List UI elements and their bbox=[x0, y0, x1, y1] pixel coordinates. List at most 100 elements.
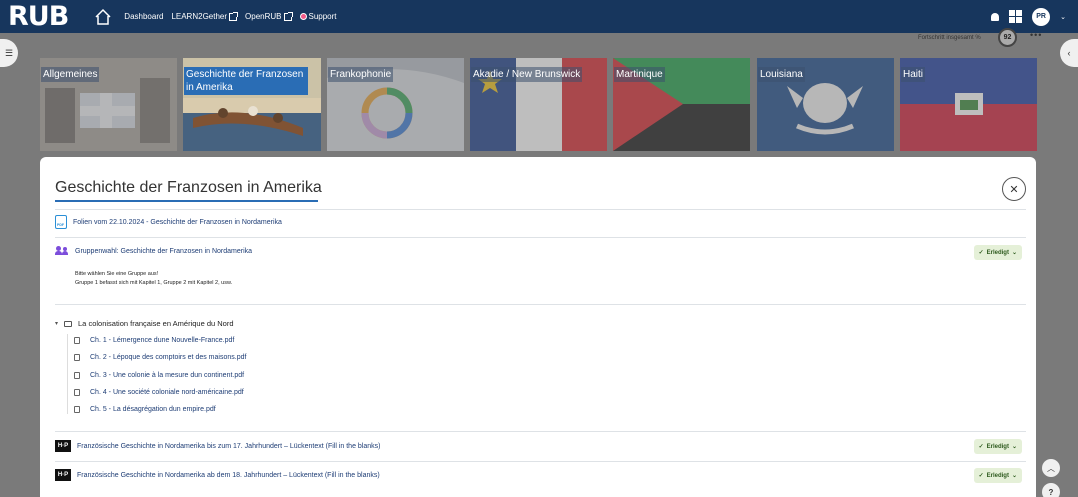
tile-haiti[interactable]: Haiti bbox=[900, 58, 1037, 151]
activity-h5p[interactable]: H·P Französische Geschichte in Nordameri… bbox=[55, 469, 380, 481]
app-grid-icon[interactable] bbox=[1009, 10, 1023, 23]
file-name[interactable]: Ch. 1 - Lémergence dune Nouvelle-France.… bbox=[90, 337, 234, 344]
chevron-down-icon[interactable]: ▾ bbox=[55, 320, 58, 327]
completion-badge[interactable]: ✓ Erledigt ⌄ bbox=[973, 468, 1022, 483]
file-icon bbox=[74, 354, 80, 361]
file-item[interactable]: Ch. 5 - La désagrégation dun empire.pdf bbox=[74, 406, 216, 413]
pdf-icon: PDF bbox=[55, 215, 67, 229]
file-item[interactable]: Ch. 1 - Lémergence dune Nouvelle-France.… bbox=[74, 337, 234, 344]
help-icon: ? bbox=[1048, 487, 1054, 497]
nav-learn2gether-label: LEARN2Gether bbox=[171, 12, 228, 21]
divider bbox=[55, 461, 1026, 462]
activity-description: Bitte wählen Sie eine Gruppe aus! Gruppe… bbox=[75, 270, 232, 288]
help-button[interactable]: ? bbox=[1042, 483, 1060, 497]
file-name[interactable]: Ch. 5 - La désagrégation dun empire.pdf bbox=[90, 406, 216, 413]
nav-openrub[interactable]: OpenRUB bbox=[245, 11, 293, 21]
more-options-icon[interactable]: ••• bbox=[1030, 30, 1042, 40]
external-link-icon bbox=[229, 11, 239, 21]
tile-label: Allgemeines bbox=[41, 67, 100, 82]
section-title: Geschichte der Franzosen in Amerika bbox=[55, 179, 322, 196]
file-icon bbox=[74, 406, 80, 413]
tree-line bbox=[67, 334, 68, 414]
file-name[interactable]: Ch. 2 - Lépoque des comptoirs et des mai… bbox=[90, 354, 246, 361]
divider bbox=[55, 209, 1026, 210]
tile-label: Akadie / New Brunswick bbox=[471, 67, 583, 82]
tile-frankophonie[interactable]: Frankophonie bbox=[327, 58, 464, 151]
nav-openrub-label: OpenRUB bbox=[245, 12, 282, 21]
folder-title: La colonisation française en Amérique du… bbox=[78, 319, 234, 328]
file-item[interactable]: Ch. 2 - Lépoque des comptoirs et des mai… bbox=[74, 354, 246, 361]
activity-pdf-link[interactable]: Folien vom 22.10.2024 - Geschichte der F… bbox=[73, 219, 282, 226]
nav-support-label: Support bbox=[308, 12, 337, 21]
nav-dashboard-label: Dashboard bbox=[124, 12, 164, 21]
file-icon bbox=[74, 372, 80, 379]
folder-icon bbox=[64, 320, 73, 327]
file-name[interactable]: Ch. 4 - Une société coloniale nord-améri… bbox=[90, 389, 244, 396]
block-drawer-toggle[interactable]: ‹ bbox=[1060, 39, 1078, 67]
activity-h5p[interactable]: H·P Französische Geschichte in Nordameri… bbox=[55, 440, 380, 452]
tile-label: Frankophonie bbox=[328, 67, 394, 82]
h5p-icon: H·P bbox=[55, 440, 71, 452]
progress-indicator: 92 bbox=[998, 28, 1017, 47]
file-item[interactable]: Ch. 3 - Une colonie à la mesure dun cont… bbox=[74, 372, 244, 379]
completion-badge[interactable]: ✓ Erledigt ⌄ bbox=[973, 439, 1022, 454]
rub-logo[interactable]: RUB bbox=[8, 0, 69, 33]
divider bbox=[55, 304, 1026, 305]
chevron-down-icon: ⌄ bbox=[1011, 250, 1017, 256]
nav-dashboard[interactable]: Dashboard bbox=[124, 12, 163, 21]
progress-label: Fortschritt insgesamt % bbox=[918, 35, 981, 41]
tile-label: Louisiana bbox=[758, 67, 805, 82]
list-icon: ☰ bbox=[4, 47, 14, 58]
close-button[interactable]: ✕ bbox=[1002, 177, 1026, 201]
external-link-icon bbox=[283, 11, 293, 21]
activity-h5p-link[interactable]: Französische Geschichte in Nordamerika a… bbox=[77, 472, 380, 479]
title-underline bbox=[55, 200, 318, 202]
avatar[interactable]: PR bbox=[1032, 7, 1051, 26]
check-icon: ✓ bbox=[978, 250, 984, 256]
file-icon bbox=[74, 337, 80, 344]
completion-badge[interactable]: ✓ Erledigt ⌄ bbox=[973, 245, 1022, 260]
tile-label: Haiti bbox=[901, 67, 926, 82]
support-icon bbox=[299, 13, 307, 20]
description-line: Bitte wählen Sie eine Gruppe aus! bbox=[75, 271, 159, 277]
divider bbox=[55, 431, 1026, 432]
folder-header[interactable]: ▾ La colonisation française en Amérique … bbox=[55, 319, 234, 328]
activity-group-link[interactable]: Gruppenwahl: Geschichte der Franzosen in… bbox=[75, 248, 252, 255]
file-icon bbox=[74, 389, 80, 396]
section-card: Geschichte der Franzosen in Amerika ✕ PD… bbox=[40, 157, 1036, 497]
activity-pdf[interactable]: PDF Folien vom 22.10.2024 - Geschichte d… bbox=[55, 215, 282, 229]
activity-h5p-link[interactable]: Französische Geschichte in Nordamerika b… bbox=[77, 443, 380, 450]
check-icon: ✓ bbox=[978, 473, 984, 479]
top-navbar: RUB Dashboard LEARN2Gether OpenRUB Suppo… bbox=[0, 0, 1078, 33]
tile-louisiana[interactable]: Louisiana bbox=[757, 58, 894, 151]
tile-allgemeines[interactable]: Allgemeines bbox=[40, 58, 177, 151]
chevron-down-icon: ⌄ bbox=[1011, 444, 1017, 450]
description-line: Gruppe 1 befasst sich mit Kapitel 1, Gru… bbox=[75, 280, 233, 286]
nav-support[interactable]: Support bbox=[299, 12, 337, 21]
file-name[interactable]: Ch. 3 - Une colonie à la mesure dun cont… bbox=[90, 372, 244, 379]
bell-icon[interactable] bbox=[991, 12, 1000, 21]
home-icon[interactable] bbox=[94, 8, 112, 26]
scroll-to-top-button[interactable]: ︿ bbox=[1042, 459, 1060, 477]
tile-akadie[interactable]: Akadie / New Brunswick bbox=[470, 58, 607, 151]
h5p-icon: H·P bbox=[55, 469, 71, 481]
badge-label: Erledigt bbox=[986, 249, 1009, 256]
chevron-up-icon: ︿ bbox=[1047, 463, 1055, 473]
chevron-down-icon: ⌄ bbox=[1011, 473, 1017, 479]
group-icon bbox=[55, 246, 69, 256]
chevron-down-icon[interactable]: ⌄ bbox=[1060, 13, 1066, 21]
tile-label: Geschichte der Franzosen in Amerika bbox=[184, 67, 308, 95]
badge-label: Erledigt bbox=[986, 443, 1009, 450]
check-icon: ✓ bbox=[978, 444, 984, 450]
tile-label: Martinique bbox=[614, 67, 665, 82]
chevron-left-icon: ‹ bbox=[1067, 48, 1071, 58]
activity-group[interactable]: Gruppenwahl: Geschichte der Franzosen in… bbox=[55, 246, 252, 256]
tile-martinique[interactable]: Martinique bbox=[613, 58, 750, 151]
course-index-toggle[interactable]: ☰ bbox=[0, 39, 18, 67]
tile-geschichte[interactable]: Geschichte der Franzosen in Amerika bbox=[183, 58, 321, 151]
file-item[interactable]: Ch. 4 - Une société coloniale nord-améri… bbox=[74, 389, 244, 396]
divider bbox=[55, 237, 1026, 238]
badge-label: Erledigt bbox=[986, 472, 1009, 479]
close-icon: ✕ bbox=[1009, 183, 1019, 196]
nav-learn2gether[interactable]: LEARN2Gether bbox=[171, 11, 239, 21]
